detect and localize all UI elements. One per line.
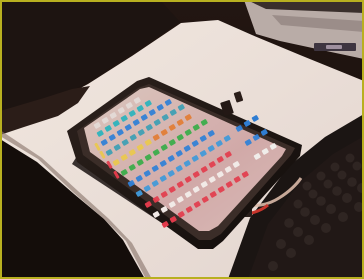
photo-scene — [0, 0, 364, 279]
